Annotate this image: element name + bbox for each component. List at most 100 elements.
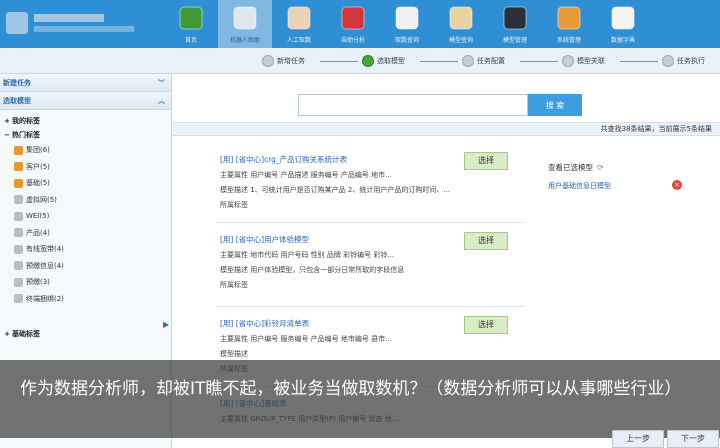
tag-icon [14,294,23,304]
search-button[interactable]: 搜 索 [528,94,582,116]
tag-tree-item-label: 基础(5) [26,179,50,187]
nav-item-label: 数据字典 [610,37,635,44]
chevron-down-icon[interactable]: ︾ [158,74,165,92]
tree-group-hot-tags[interactable]: − 热门标签 [2,128,169,142]
tag-tree-item[interactable]: 预缴(3) [2,274,169,291]
tag-icon [14,277,23,287]
nav-item-gear[interactable]: 模型管理 [488,0,542,48]
tag-tree: + 我的标签 − 热门标签 集团(6) 客户(5) 基础(5) 虚拟网(5) WEI(5… [0,110,171,345]
nav-item-home[interactable]: 首页 [164,0,218,48]
wizard-step-label: 任务执行 [677,57,705,65]
dictionary-icon [609,4,637,32]
tag-tree-item-label: 预缴信息(4) [26,261,64,270]
model-card-description: 模型描述 用户体验模型，只包含一部分日常所取的字段信息 [220,266,405,274]
tag-tree-item[interactable]: WEI(5) [2,208,169,225]
tag-tree-item[interactable]: 客户(5) [2,159,169,176]
sidebar-head-select-model[interactable]: 选取模型 ︽ [0,92,171,110]
prev-step-button[interactable]: 上一步 [612,430,664,448]
chosen-model-item[interactable]: 用户基础信息日模型 × [548,180,698,191]
step-connector [320,61,358,62]
tag-tree-item[interactable]: 终端捆绑(2) [2,291,169,308]
select-model-button[interactable]: 选择 [464,152,508,170]
search-input[interactable] [298,94,528,116]
refresh-icon[interactable]: ⟳ [597,163,604,172]
tree-group-label: 基础标签 [12,330,40,338]
next-step-button[interactable]: 下一步 [667,430,719,448]
sidebar-head-new-task[interactable]: 新建任务 ︾ [0,74,171,92]
tag-icon [14,145,23,155]
wizard-step[interactable]: 模型关联 [562,55,605,67]
nav-item-dictionary[interactable]: 数据字典 [596,0,650,48]
tag-tree-item-label: 有线宽带(4) [26,245,64,253]
wizard-step-label: 任务配置 [477,57,505,65]
tag-tree-item[interactable]: 产品(4) [2,225,169,242]
expand-icon[interactable]: + [2,327,12,341]
gear-icon [501,4,529,32]
tag-tree-item[interactable]: 虚拟网(5) [2,192,169,209]
query-icon [393,4,421,32]
step-connector [620,61,658,62]
model-card-description: 模型描述 [220,350,248,358]
tag-tree-item-label: 客户(5) [26,162,50,171]
model-card-description: 模型描述 1、可统计用户是否订购某产品 2、统计用户产品的订购时间、... [220,186,451,194]
select-model-button[interactable]: 选择 [464,232,508,250]
tag-tree-item-label: 产品(4) [26,228,50,237]
step-connector [520,61,558,62]
nav-item-label: 人工取数 [286,37,311,44]
step-number-icon [662,55,674,67]
tree-group-label: 我的标签 [12,117,40,125]
step-number-icon [362,55,374,67]
nav-item-query[interactable]: 取数查询 [380,0,434,48]
wizard-step[interactable]: 新增任务 [262,55,305,67]
sidebar-head-label: 新建任务 [3,79,31,87]
tag-tree-item-label: 终端捆绑(2) [26,294,64,303]
tag-tree-item[interactable]: 预缴信息(4) [2,258,169,275]
remove-icon[interactable]: × [672,180,682,190]
wizard-step[interactable]: 选取模型 [362,55,405,67]
app-header: 首页 机器人助助 人工取数 自助分析 取数查询 模型查询 模型管理 系统管理 数据字典 [0,0,720,48]
tree-group-basic-tags[interactable]: + 基础标签 [2,327,169,341]
search-bar: 搜 索 [298,94,582,116]
chevron-up-icon[interactable]: ︽ [158,92,165,110]
nav-item-label: 系统管理 [556,37,581,44]
collapse-icon[interactable]: − [2,128,12,142]
wizard-step[interactable]: 任务执行 [662,55,705,67]
step-connector [420,61,458,62]
nav-item-robot[interactable]: 机器人助助 [218,0,272,48]
model-card-fields: 主要属性 地市代码 用户号码 性别 品牌 彩铃编号 彩铃... [220,251,395,259]
main-nav: 首页 机器人助助 人工取数 自助分析 取数查询 模型查询 模型管理 系统管理 数据字典 [164,0,650,48]
chosen-models-label: 查看已选模型 [548,163,593,172]
nav-item-system[interactable]: 系统管理 [542,0,596,48]
nav-item-label: 取数查询 [394,37,419,44]
tag-tree-item[interactable]: 基础(5) [2,175,169,192]
nav-item-person[interactable]: 人工取数 [272,0,326,48]
wizard-step-label: 选取模型 [377,57,405,65]
system-icon [555,4,583,32]
model-card-fields: 主要属性 用户编号 产品描述 服务编号 产品编号 地市... [220,171,392,179]
tag-icon [14,211,23,221]
expand-icon[interactable]: + [2,114,12,128]
wizard-step[interactable]: 任务配置 [462,55,505,67]
tag-icon [14,178,23,188]
tag-tree-item[interactable]: 有线宽带(4) [2,241,169,258]
tree-group-my-tags[interactable]: + 我的标签 [2,114,169,128]
chosen-model-label: 用户基础信息日模型 [548,182,611,190]
wizard-steps: 新增任务 选取模型 任务配置 模型关联 任务执行 [0,48,720,74]
wizard-step-label: 新增任务 [277,57,305,65]
tree-group-label: 热门标签 [12,131,40,139]
chosen-models-title: 查看已选模型 ⟳ [548,162,698,173]
nav-item-model-search[interactable]: 模型查询 [434,0,488,48]
nav-item-analysis[interactable]: 自助分析 [326,0,380,48]
model-card-fields: 主要属性 用户编号 服务编号 产品编号 地市编号 县市... [220,335,392,343]
tag-icon [14,195,23,205]
card-divider [216,306,524,307]
tag-tree-item-label: 虚拟网(5) [26,195,57,204]
tag-tree-item[interactable]: 集团(6) [2,142,169,159]
caption-text: 作为数据分析师，却被IT瞧不起，被业务当做取数机？（数据分析师可以从事哪些行业） [20,379,682,399]
collapse-sidebar-arrow-icon[interactable]: ▶ [163,320,169,329]
app-logo [6,8,146,38]
select-model-button[interactable]: 选择 [464,316,508,334]
tag-icon [14,244,23,254]
wizard-step-label: 模型关联 [577,57,605,65]
nav-item-label: 自助分析 [340,37,365,44]
